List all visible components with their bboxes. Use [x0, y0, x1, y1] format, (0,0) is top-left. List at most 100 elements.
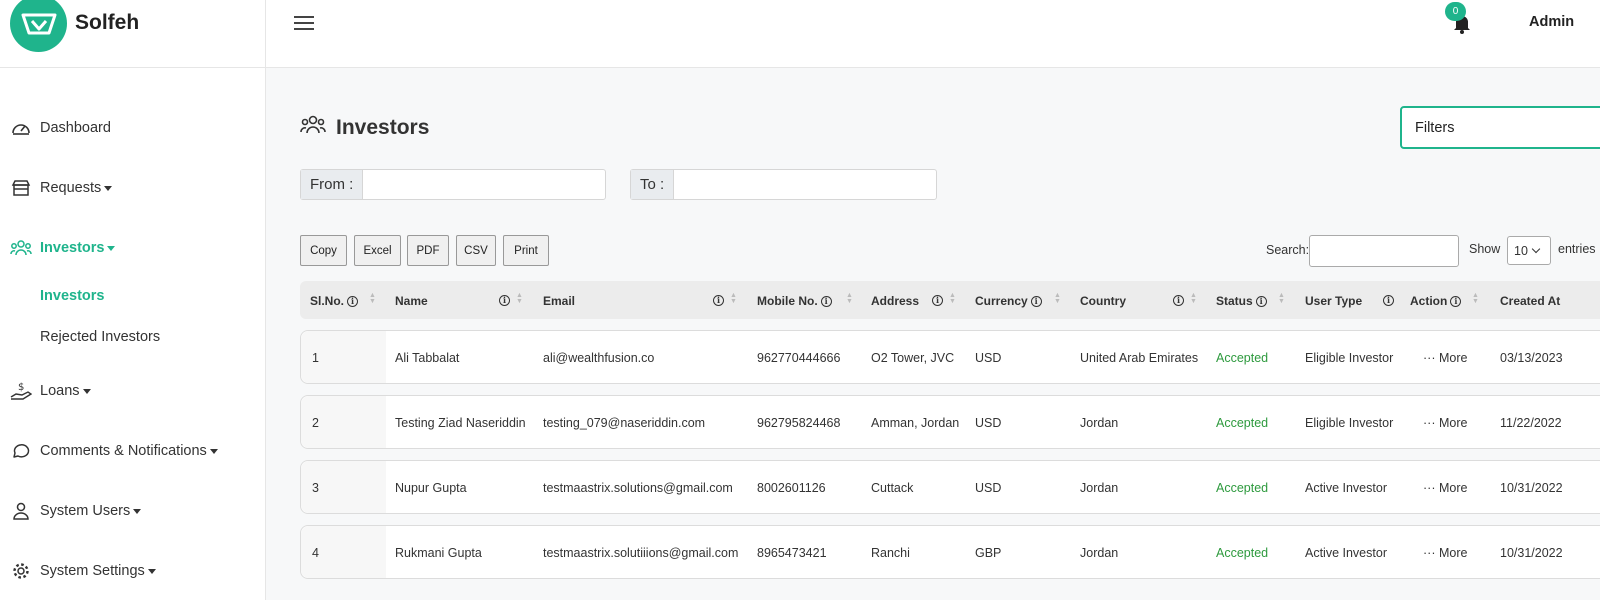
sidebar-item-dashboard[interactable]: Dashboard: [10, 117, 111, 139]
pdf-button[interactable]: PDF: [407, 235, 449, 266]
cell-email: testing_079@naseriddin.com: [543, 416, 706, 430]
user-menu[interactable]: Admin: [1529, 14, 1574, 30]
sort-icon[interactable]: ▲ ▼: [516, 292, 523, 305]
users-icon: [300, 114, 326, 141]
store-icon: [10, 177, 32, 199]
sidebar-item-label: Dashboard: [40, 120, 111, 136]
cell-user-type: Eligible Investor: [1305, 416, 1394, 430]
status-badge: Accepted: [1216, 416, 1269, 430]
status-badge: Accepted: [1216, 546, 1269, 560]
to-date-input[interactable]: [674, 170, 935, 199]
column-header-currency[interactable]: Currency i: [975, 294, 1042, 308]
column-header-address[interactable]: Address: [871, 294, 919, 308]
to-label: To :: [631, 170, 675, 199]
cell-sl-no: 1: [312, 351, 319, 365]
sidebar-subitem-investors[interactable]: Investors: [40, 288, 104, 304]
filters-dropdown[interactable]: Filters: [1400, 106, 1600, 149]
cell-address: Cuttack: [871, 481, 914, 495]
cell-email: ali@wealthfusion.co: [543, 351, 655, 365]
sort-icon[interactable]: ▲ ▼: [1054, 292, 1061, 305]
more-actions-button[interactable]: ··· More: [1423, 546, 1467, 560]
sidebar-subitem-rejected-investors[interactable]: Rejected Investors: [40, 329, 160, 345]
cell-name: Rukmani Gupta: [395, 546, 482, 560]
column-header-action[interactable]: Action i: [1410, 294, 1462, 308]
cell-email: testmaastrix.solutions@gmail.com: [543, 481, 733, 495]
sort-icon[interactable]: ▲ ▼: [846, 292, 853, 305]
cell-user-type: Eligible Investor: [1305, 351, 1394, 365]
info-icon: i: [1383, 295, 1394, 306]
more-actions-button[interactable]: ··· More: [1423, 351, 1467, 365]
from-label: From :: [301, 170, 364, 199]
table-row: 2 Testing Ziad Naseriddin testing_079@na…: [300, 395, 1600, 449]
brand-name: Solfeh: [75, 10, 140, 34]
page-size-select[interactable]: 10: [1507, 236, 1551, 265]
sort-icon[interactable]: ▲ ▼: [949, 292, 956, 305]
copy-button[interactable]: Copy: [300, 235, 347, 266]
cell-country: Jordan: [1080, 546, 1119, 560]
cell-currency: USD: [975, 481, 1002, 495]
more-actions-button[interactable]: ··· More: [1423, 416, 1467, 430]
cell-address: O2 Tower, JVC: [871, 351, 955, 365]
column-header-created-at[interactable]: Created At: [1500, 294, 1560, 308]
column-header-email[interactable]: Email: [543, 294, 575, 308]
cell-created-at: 11/22/2022: [1500, 416, 1562, 430]
column-header-user-type[interactable]: User Type: [1305, 294, 1362, 308]
print-button[interactable]: Print: [503, 235, 549, 266]
column-header-name[interactable]: Name: [395, 294, 428, 308]
sidebar-item-label: Investors: [40, 240, 105, 256]
notification-count-badge: 0: [1445, 2, 1466, 21]
gear-icon: [10, 560, 32, 582]
more-actions-button[interactable]: ··· More: [1423, 481, 1467, 495]
cell-created-at: 10/31/2022: [1500, 546, 1563, 560]
column-header-sl-no[interactable]: Sl.No. i: [310, 294, 359, 308]
from-date-input[interactable]: [363, 170, 602, 199]
info-icon: i: [820, 295, 832, 307]
excel-button[interactable]: Excel: [354, 235, 401, 266]
sidebar-item-requests[interactable]: Requests: [10, 177, 113, 199]
caret-down-icon: [82, 388, 91, 394]
cell-address: Amman, Jordan: [871, 416, 960, 430]
column-header-country[interactable]: Country: [1080, 294, 1126, 308]
sidebar-item-system-users[interactable]: System Users: [10, 500, 142, 522]
user-icon: [10, 500, 32, 522]
cell-currency: USD: [975, 351, 1002, 365]
info-icon: i: [1030, 295, 1042, 307]
column-header-mobile[interactable]: Mobile No. i: [757, 294, 832, 308]
info-icon: i: [1255, 295, 1267, 307]
brand[interactable]: Solfeh: [0, 0, 265, 68]
sidebar-item-label: Requests: [40, 180, 102, 196]
cell-user-type: Active Investor: [1305, 481, 1387, 495]
caret-down-icon: [147, 568, 156, 574]
sort-icon[interactable]: ▲ ▼: [730, 292, 737, 305]
sort-icon[interactable]: ▲ ▼: [1190, 292, 1197, 305]
sidebar-item-loans[interactable]: $ Loans: [10, 380, 91, 402]
sidebar-item-comments-notifications[interactable]: Comments & Notifications: [10, 440, 218, 462]
users-icon: [10, 237, 32, 259]
sort-icon[interactable]: ▲ ▼: [1472, 292, 1479, 305]
csv-button[interactable]: CSV: [456, 235, 496, 266]
table-row: 1 Ali Tabbalat ali@wealthfusion.co 96277…: [300, 330, 1600, 384]
sort-icon[interactable]: ▲ ▼: [1278, 292, 1285, 305]
hamburger-menu-icon[interactable]: [294, 13, 314, 31]
cell-currency: USD: [975, 416, 1002, 430]
caret-down-icon: [133, 508, 142, 514]
sidebar-item-label: System Settings: [40, 563, 145, 579]
page-title-text: Investors: [336, 115, 430, 139]
caret-down-icon: [209, 448, 218, 454]
info-icon: i: [1173, 295, 1184, 306]
from-date-group: From :: [300, 169, 606, 200]
search-input[interactable]: [1309, 235, 1459, 267]
cell-mobile: 962770444666: [757, 351, 841, 365]
sidebar-item-system-settings[interactable]: System Settings: [10, 560, 156, 582]
show-label: Show: [1469, 242, 1501, 256]
cell-name: Testing Ziad Naseriddin: [395, 416, 526, 430]
cell-sl-no: 2: [312, 416, 319, 430]
table-row: 4 Rukmani Gupta testmaastrix.solutiiions…: [300, 525, 1600, 579]
sort-icon[interactable]: ▲ ▼: [369, 292, 376, 305]
sidebar-item-investors[interactable]: Investors: [10, 237, 116, 259]
to-date-group: To :: [630, 169, 937, 200]
page-title: Investors: [300, 114, 429, 141]
hand-dollar-icon: $: [10, 380, 32, 402]
cell-mobile: 962795824468: [757, 416, 841, 430]
column-header-status[interactable]: Status i: [1216, 294, 1267, 308]
